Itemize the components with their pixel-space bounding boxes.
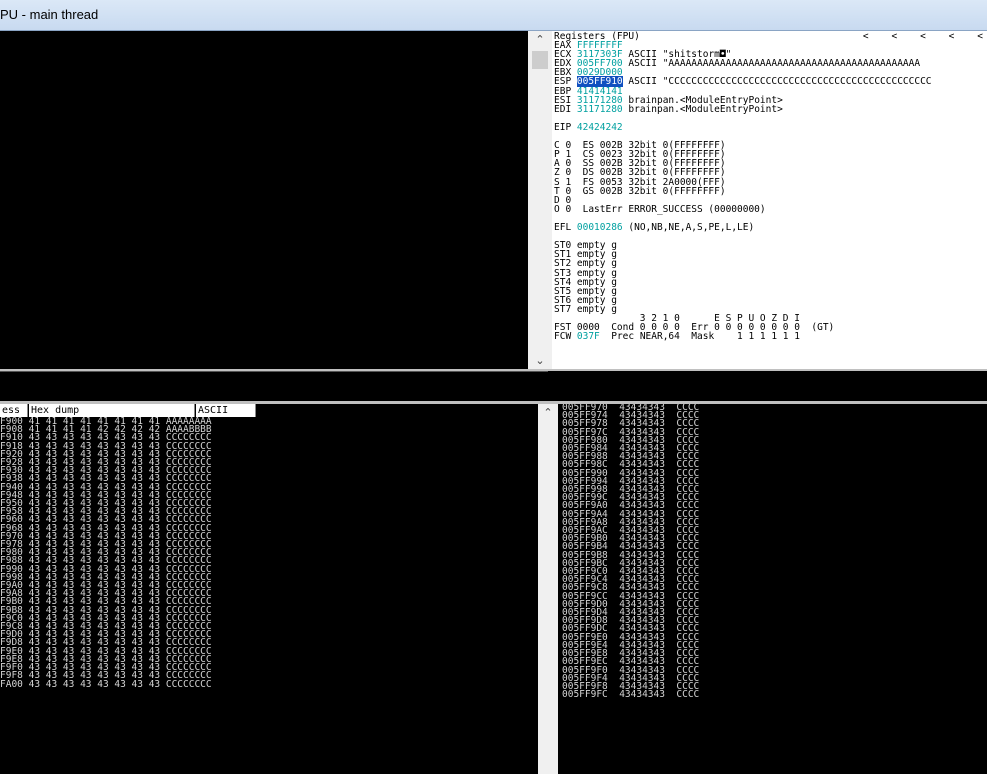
register-comment: ASCII "CCCCCCCCCCCCCCCCCCCCCCCCCCCCCCCCC… (622, 76, 932, 88)
register-line[interactable]: O 0 LastErr ERROR_SUCCESS (00000000) (554, 203, 766, 215)
stack-row[interactable]: 005FF9FC 43434343 CCCC (562, 690, 699, 700)
window-titlebar[interactable]: PU - main thread (0, 0, 987, 31)
register-value[interactable]: 31171280 (577, 104, 623, 115)
register-comment: ASCII "AAAAAAAAAAAAAAAAAAAAAAAAAAAAAAAAA… (622, 58, 921, 70)
register-comment: (NO,NB,NE,A,S,PE,L,LE) (622, 222, 755, 233)
register-name: EDI (554, 103, 577, 115)
hex-dump-pane[interactable]: ess Hex dump ASCII F900 41 41 41 41 41 4… (0, 404, 538, 774)
disassembly-pane[interactable] (0, 31, 528, 369)
register-value[interactable]: 00010286 (577, 222, 623, 233)
register-name: T 0 GS 002B 32bit 0(FFFFFFFF) (554, 185, 726, 197)
disassembly-scrollbar[interactable]: ⌃ ⌄ (528, 31, 552, 369)
info-pane (0, 371, 548, 402)
scroll-up-arrow-icon[interactable]: ⌃ (528, 33, 552, 46)
scroll-down-arrow-icon[interactable]: ⌄ (528, 354, 552, 367)
dump-rows: F900 41 41 41 41 41 41 41 41 AAAAAAAA F90… (0, 417, 212, 689)
stack-pane[interactable]: 005FF970 43434343 CCCC 005FF974 43434343 … (558, 404, 987, 774)
register-comment: Prec NEAR,64 Mask 1 1 1 1 1 1 (599, 331, 800, 343)
register-line[interactable]: EIP 42424242 (554, 121, 623, 133)
register-line[interactable]: FCW 037F Prec NEAR,64 Mask 1 1 1 1 1 1 (554, 331, 800, 343)
dump-scrollbar[interactable]: ⌃ (538, 404, 558, 774)
register-nav-arrows[interactable]: < < < < < (863, 32, 983, 42)
stack-rows: 005FF970 43434343 CCCC 005FF974 43434343 … (562, 404, 699, 699)
register-value[interactable]: 037F (577, 331, 600, 342)
register-comment: brainpan.<ModuleEntryPoint> (622, 103, 783, 115)
scrollbar-thumb[interactable] (532, 51, 548, 69)
dump-row[interactable]: FA00 43 43 43 43 43 43 43 43 CCCCCCCC (0, 679, 212, 689)
register-line[interactable]: EDI 31171280 brainpan.<ModuleEntryPoint> (554, 103, 783, 115)
register-name: EFL (554, 222, 577, 233)
register-name: FCW (554, 331, 577, 343)
register-line[interactable]: EFL 00010286 (NO,NB,NE,A,S,PE,L,LE) (554, 222, 755, 233)
register-value[interactable]: 42424242 (577, 122, 623, 133)
window-title: PU - main thread (0, 7, 99, 22)
register-name: O 0 LastErr ERROR_SUCCESS (00000000) (554, 203, 766, 215)
registers-pane[interactable]: Registers (FPU) < < < < < EAX FFFFFFFF EC… (552, 31, 987, 369)
dump-scroll-up-icon[interactable]: ⌃ (538, 406, 558, 419)
register-name: EIP (554, 121, 577, 133)
register-line[interactable]: T 0 GS 002B 32bit 0(FFFFFFFF) (554, 185, 726, 197)
